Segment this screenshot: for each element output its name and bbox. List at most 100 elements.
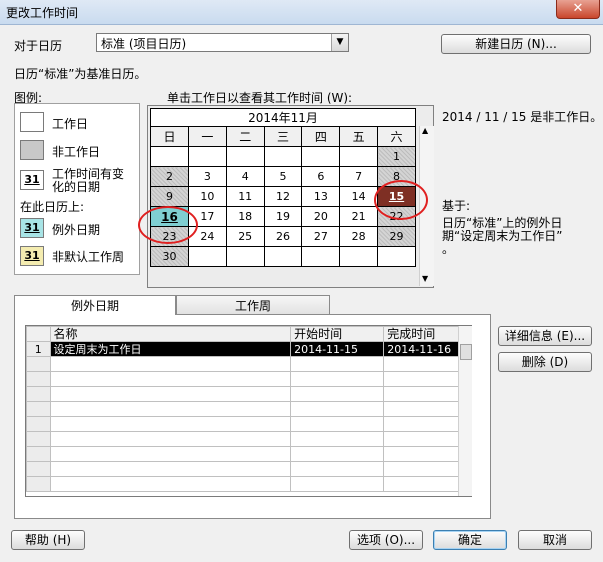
- calendar-day: [377, 246, 416, 267]
- nondefault-week-swatch: 31: [20, 246, 44, 266]
- calendar-day[interactable]: 25: [225, 226, 265, 247]
- options-button[interactable]: 选项 (O)...: [349, 530, 423, 550]
- calendar-day[interactable]: 21: [339, 206, 379, 227]
- scroll-up-icon[interactable]: ▲: [422, 126, 428, 135]
- calendar-day: [187, 146, 227, 167]
- calendar-day: [150, 146, 189, 167]
- window-title: 更改工作时间: [6, 6, 79, 20]
- table-row[interactable]: [26, 401, 459, 417]
- based-on-line3: 。: [442, 242, 455, 256]
- weekday-header: 三: [263, 126, 303, 147]
- table-scrollbar[interactable]: [458, 326, 472, 496]
- row-header-corner: [26, 326, 51, 342]
- table-row[interactable]: [26, 356, 459, 372]
- calendar-day[interactable]: 26: [263, 226, 303, 247]
- calendar-day[interactable]: 2: [150, 166, 189, 187]
- calendar: 2014年11月 日 一 二 三 四 五 六 1 2 3 4 5 6 7 8 9…: [150, 108, 416, 267]
- column-header-finish[interactable]: 完成时间: [383, 326, 459, 342]
- calendar-select[interactable]: 标准 (项目日历) ▼: [96, 33, 349, 52]
- legend-edited-hours-line2: 化的日期: [52, 180, 101, 194]
- calendar-day: [339, 246, 379, 267]
- close-icon: ✕: [572, 1, 584, 16]
- new-calendar-button[interactable]: 新建日历 (N)...: [441, 34, 591, 54]
- legend-nonworking-day: 非工作日: [52, 145, 101, 159]
- weekday-header: 日: [150, 126, 189, 147]
- highlight-ring: [374, 180, 428, 220]
- calendar-day[interactable]: 5: [263, 166, 303, 187]
- calendar-day: [301, 146, 341, 167]
- cell-finish[interactable]: 2014-11-16: [383, 341, 459, 357]
- chevron-down-icon[interactable]: ▼: [331, 34, 348, 51]
- calendar-day[interactable]: 28: [339, 226, 379, 247]
- weekday-header: 五: [339, 126, 379, 147]
- help-button[interactable]: 帮助 (H): [11, 530, 85, 550]
- table-row[interactable]: [26, 446, 459, 462]
- table-row[interactable]: 1 设定周末为工作日 2014-11-15 2014-11-16: [26, 341, 459, 357]
- working-day-swatch: [20, 112, 44, 132]
- scroll-thumb[interactable]: [460, 344, 472, 360]
- calendar-day[interactable]: 13: [301, 186, 341, 207]
- scroll-down-icon[interactable]: ▼: [422, 274, 428, 283]
- legend-working-day: 工作日: [52, 117, 89, 131]
- weekday-header: 一: [187, 126, 227, 147]
- cell-start[interactable]: 2014-11-15: [290, 341, 385, 357]
- calendar-day[interactable]: 14: [339, 186, 379, 207]
- calendar-month-title: 2014年11月: [150, 108, 416, 126]
- calendar-day[interactable]: 19: [263, 206, 303, 227]
- day-status-text: 2014 / 11 / 15 是非工作日。: [442, 110, 603, 124]
- calendar-day: [225, 146, 265, 167]
- calendar-day[interactable]: 3: [187, 166, 227, 187]
- table-row[interactable]: [26, 416, 459, 432]
- delete-button[interactable]: 删除 (D): [498, 352, 592, 372]
- weekday-header: 六: [377, 126, 416, 147]
- calendar-day: [187, 246, 227, 267]
- cancel-button[interactable]: 取消: [518, 530, 592, 550]
- legend-exception-day: 例外日期: [52, 223, 101, 237]
- calendar-day[interactable]: 29: [377, 226, 416, 247]
- row-index: 1: [26, 341, 51, 357]
- column-header-name[interactable]: 名称: [49, 326, 292, 342]
- nonworking-day-swatch: [20, 140, 44, 160]
- edited-hours-swatch: 31: [20, 170, 44, 190]
- table-row[interactable]: [26, 371, 459, 387]
- column-header-start[interactable]: 开始时间: [290, 326, 385, 342]
- calendar-day[interactable]: 9: [150, 186, 189, 207]
- calendar-day[interactable]: 6: [301, 166, 341, 187]
- calendar-day[interactable]: 10: [187, 186, 227, 207]
- close-button[interactable]: ✕: [556, 0, 600, 19]
- table-row[interactable]: [26, 461, 459, 477]
- calendar-day[interactable]: 1: [377, 146, 416, 167]
- details-button[interactable]: 详细信息 (E)...: [498, 326, 592, 346]
- calendar-day: [339, 146, 379, 167]
- calendar-day[interactable]: 18: [225, 206, 265, 227]
- weekday-header: 二: [225, 126, 265, 147]
- calendar-day[interactable]: 30: [150, 246, 189, 267]
- cell-name[interactable]: 设定周末为工作日: [49, 341, 292, 357]
- legend-nondefault-week: 非默认工作周: [52, 250, 125, 264]
- calendar-instruction: 单击工作日以查看其工作时间 (W):: [167, 91, 353, 105]
- table-row[interactable]: [26, 476, 459, 492]
- calendar-day: [263, 246, 303, 267]
- highlight-ring: [138, 206, 198, 244]
- calendar-day[interactable]: 4: [225, 166, 265, 187]
- base-calendar-text: 日历“标准”为基准日历。: [14, 67, 147, 81]
- based-on-label: 基于:: [442, 199, 471, 213]
- legend-on-this-calendar: 在此日历上:: [20, 200, 85, 214]
- tab-work-weeks[interactable]: 工作周: [176, 295, 330, 315]
- calendar-select-value: 标准 (项目日历): [101, 37, 187, 51]
- weekday-header: 四: [301, 126, 341, 147]
- tab-exceptions[interactable]: 例外日期: [14, 295, 176, 315]
- for-calendar-label: 对于日历: [14, 39, 63, 53]
- exceptions-table[interactable]: 名称 开始时间 完成时间 1 设定周末为工作日 2014-11-15 2014-…: [25, 325, 472, 497]
- table-row[interactable]: [26, 431, 459, 447]
- calendar-day[interactable]: 27: [301, 226, 341, 247]
- calendar-day[interactable]: 12: [263, 186, 303, 207]
- table-row[interactable]: [26, 386, 459, 402]
- exception-day-swatch: 31: [20, 218, 44, 238]
- calendar-day: [263, 146, 303, 167]
- based-on-line2: 期“设定周末为工作日”: [442, 229, 563, 243]
- ok-button[interactable]: 确定: [433, 530, 507, 550]
- calendar-day[interactable]: 7: [339, 166, 379, 187]
- calendar-day[interactable]: 11: [225, 186, 265, 207]
- calendar-day[interactable]: 20: [301, 206, 341, 227]
